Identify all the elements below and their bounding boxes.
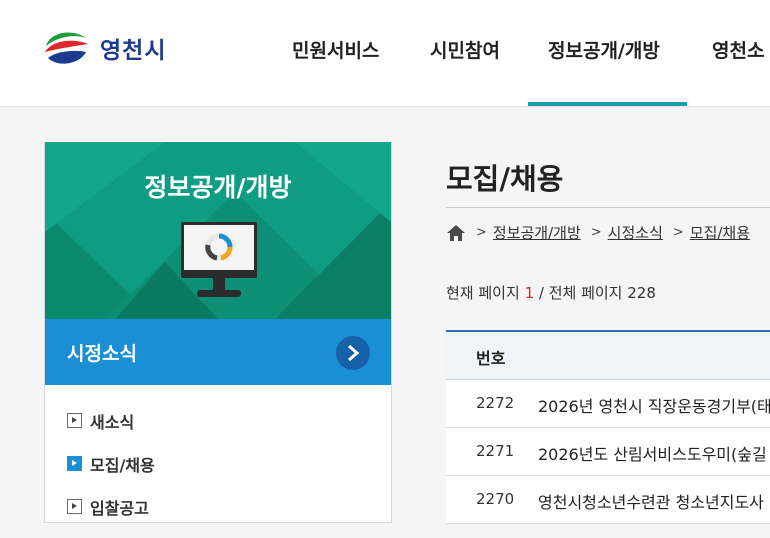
side-menu-item-label: 새소식 [90, 413, 135, 432]
row-number: 2270 [476, 490, 515, 508]
side-menu-item-label: 입찰공고 [90, 499, 149, 518]
nav-item-yeongcheon[interactable]: 영천소 [712, 36, 764, 63]
side-menu: 정보공개/개방 시정소식 새소식 모집/채용 입찰공고 [44, 142, 392, 523]
nav-active-indicator [528, 102, 687, 106]
table-row[interactable]: 2270 영천시청소년수련관 청소년지도사 [446, 476, 770, 524]
page-info-prefix: 현재 페이지 [446, 284, 520, 302]
breadcrumb-separator: > [476, 225, 487, 240]
column-header-number: 번호 [476, 349, 506, 368]
side-menu-item-news[interactable]: 새소식 [45, 409, 391, 452]
breadcrumb: > 정보공개/개방 > 시정소식 > 모집/채용 [446, 222, 750, 243]
site-header: 영천시 민원서비스 시민참여 정보공개/개방 영천소 [0, 0, 770, 107]
arrow-bullet-icon [67, 413, 82, 428]
row-title-link[interactable]: 영천시청소년수련관 청소년지도사 [538, 489, 764, 513]
table-header: 번호 [446, 330, 770, 380]
table-row[interactable]: 2272 2026년 영천시 직장운동경기부(태 [446, 380, 770, 428]
arrow-bullet-icon [67, 499, 82, 514]
breadcrumb-link-city-news[interactable]: 시정소식 [608, 222, 663, 243]
home-icon[interactable] [446, 224, 466, 242]
breadcrumb-separator: > [590, 225, 602, 240]
side-menu-list: 새소식 모집/채용 입찰공고 [45, 385, 391, 538]
side-menu-section-label: 시정소식 [67, 343, 137, 365]
title-divider [446, 207, 770, 208]
site-logo[interactable]: 영천시 [42, 26, 166, 70]
site-logo-text: 영천시 [100, 38, 167, 64]
side-menu-title: 정보공개/개방 [144, 173, 292, 202]
nav-item-civil-service[interactable]: 민원서비스 [292, 36, 379, 63]
row-number: 2272 [476, 394, 515, 412]
total-page-number: 228 [627, 284, 656, 302]
page-title: 모집/채용 [446, 162, 564, 196]
recruitment-table: 번호 2272 2026년 영천시 직장운동경기부(태 2271 2026년도 … [446, 330, 770, 524]
table-row[interactable]: 2271 2026년도 산림서비스도우미(숲길 [446, 428, 770, 476]
nav-item-participation[interactable]: 시민참여 [430, 36, 500, 63]
breadcrumb-separator: > [672, 225, 684, 240]
chevron-right-icon [348, 344, 360, 362]
row-title-link[interactable]: 2026년 영천시 직장운동경기부(태 [538, 393, 770, 417]
current-page-number: 1 [524, 284, 535, 302]
breadcrumb-link-open-info[interactable]: 정보공개/개방 [493, 222, 581, 243]
section-expand-button[interactable] [336, 336, 370, 370]
side-menu-section[interactable]: 시정소식 [45, 319, 391, 385]
monitor-icon [181, 222, 257, 297]
city-emblem-icon [44, 29, 88, 67]
side-menu-item-recruitment[interactable]: 모집/채용 [45, 452, 391, 495]
row-number: 2271 [476, 442, 515, 460]
arrow-bullet-icon [67, 456, 82, 471]
nav-item-open-info[interactable]: 정보공개/개방 [548, 36, 660, 63]
row-title-link[interactable]: 2026년도 산림서비스도우미(숲길 [538, 441, 767, 465]
page-info-separator: / 전체 페이지 [538, 284, 623, 302]
side-menu-banner: 정보공개/개방 [45, 142, 391, 319]
side-menu-item-label: 모집/채용 [90, 456, 155, 475]
breadcrumb-link-recruitment[interactable]: 모집/채용 [690, 222, 750, 243]
page-count-info: 현재 페이지 1 / 전체 페이지 228 [446, 282, 656, 303]
side-menu-item-bidding[interactable]: 입찰공고 [45, 495, 391, 538]
